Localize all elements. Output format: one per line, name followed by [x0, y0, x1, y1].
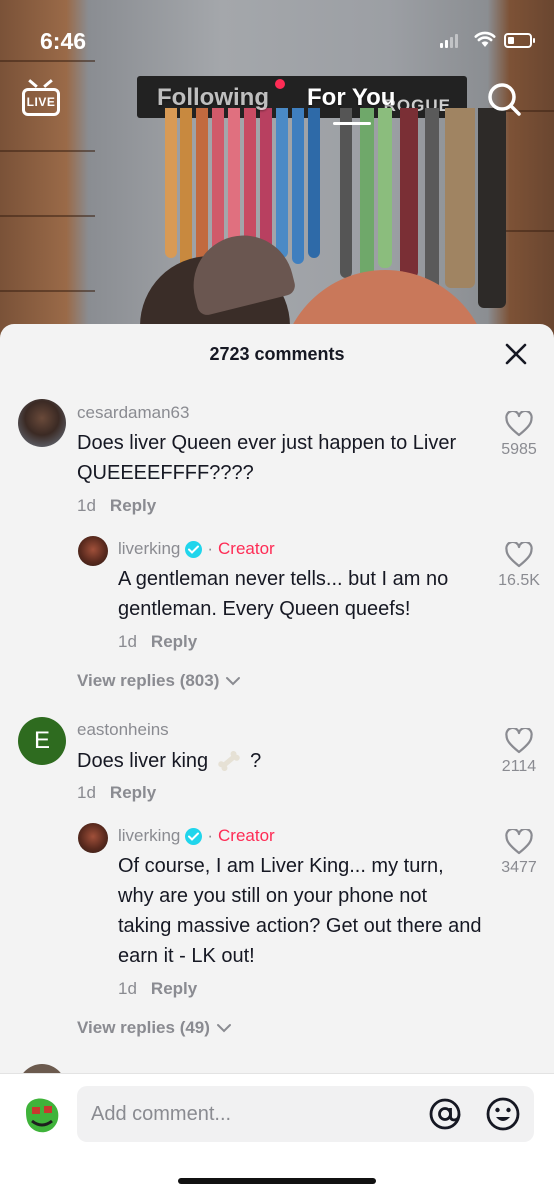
- like-button[interactable]: 16.5K: [489, 542, 549, 590]
- my-avatar[interactable]: [18, 1091, 66, 1139]
- active-tab-indicator: [333, 122, 371, 125]
- reply-button[interactable]: Reply: [110, 783, 156, 802]
- emoji-icon[interactable]: [485, 1096, 521, 1132]
- comment-age: 1d: [77, 496, 96, 515]
- comments-sheet: 2723 comments cesardaman63 Does liver Qu…: [0, 324, 554, 1200]
- reply-button[interactable]: Reply: [151, 632, 197, 651]
- wood-plank-line: [0, 150, 95, 152]
- comment-meta: 1d Reply: [77, 783, 156, 803]
- reply-age: 1d: [118, 979, 137, 998]
- comment-username[interactable]: eastonheins: [77, 720, 169, 740]
- comment-text-part: Does liver king: [77, 750, 209, 772]
- avatar-letter: E: [33, 727, 50, 754]
- reply-button[interactable]: Reply: [151, 979, 197, 998]
- status-time: 6:46: [40, 28, 87, 54]
- like-button[interactable]: 2114: [489, 728, 549, 776]
- close-icon[interactable]: [503, 341, 529, 367]
- like-count: 3477: [501, 859, 537, 876]
- like-button[interactable]: 5985: [489, 411, 549, 459]
- cellular-signal-icon: [440, 34, 458, 48]
- like-count: 2114: [501, 758, 537, 775]
- reply-text: A gentleman never tells... but I am no g…: [118, 568, 449, 620]
- comment-age: 1d: [77, 783, 96, 802]
- reply-username-row: liverking · Creator: [118, 539, 275, 559]
- like-count: 16.5K: [498, 572, 540, 589]
- comment-text: Does liver king ?: [77, 746, 477, 776]
- view-replies-button[interactable]: View replies (803): [77, 671, 241, 691]
- verified-icon: [185, 540, 203, 558]
- tab-following[interactable]: Following: [157, 84, 269, 112]
- separator-dot: ·: [207, 539, 214, 558]
- avatar[interactable]: E: [18, 717, 66, 765]
- comment-input[interactable]: [77, 1086, 417, 1142]
- reply-meta: 1d Reply: [118, 632, 197, 652]
- view-replies-button[interactable]: View replies (49): [77, 1018, 232, 1038]
- creator-badge: Creator: [218, 826, 275, 845]
- resistance-band: [260, 108, 272, 254]
- comment-meta: 1d Reply: [77, 496, 156, 516]
- comment-count: 2723 comments: [209, 344, 345, 364]
- wood-plank-line: [0, 215, 95, 217]
- chevron-down-icon: [226, 677, 241, 686]
- creator-badge: Creator: [218, 539, 275, 558]
- notification-dot: [275, 79, 285, 89]
- reply-meta: 1d Reply: [118, 979, 197, 999]
- chevron-down-icon: [216, 1024, 231, 1033]
- avatar[interactable]: [78, 823, 108, 853]
- view-replies-label: View replies (803): [77, 671, 220, 690]
- at-icon[interactable]: [427, 1096, 463, 1132]
- separator-dot: ·: [207, 826, 214, 845]
- reply-username[interactable]: liverking: [118, 826, 180, 846]
- reply-username[interactable]: liverking: [118, 539, 180, 559]
- strap: [478, 108, 506, 308]
- heart-icon: [505, 542, 533, 568]
- reply-username-row: liverking · Creator: [118, 826, 275, 846]
- reply-age: 1d: [118, 632, 137, 651]
- comment-text-part: ?: [250, 750, 262, 772]
- avatar[interactable]: [18, 399, 66, 447]
- like-count: 5985: [501, 441, 537, 458]
- home-indicator: [178, 1178, 376, 1184]
- feed-tabs: Following For You: [0, 84, 554, 124]
- heart-icon: [505, 728, 533, 754]
- comment-username[interactable]: cesardaman63: [77, 403, 189, 423]
- wood-plank-line: [0, 290, 95, 292]
- like-button[interactable]: 3477: [489, 829, 549, 877]
- avatar-illustration: [18, 1091, 66, 1139]
- status-bar: 6:46: [0, 0, 554, 80]
- heart-icon: [505, 829, 533, 855]
- heart-icon: [505, 411, 533, 437]
- view-replies-label: View replies (49): [77, 1018, 210, 1037]
- search-icon[interactable]: [486, 81, 522, 117]
- verified-icon: [185, 827, 203, 845]
- avatar[interactable]: [78, 536, 108, 566]
- reply-button[interactable]: Reply: [110, 496, 156, 515]
- comment-text: Does liver Queen ever just happen to Liv…: [77, 432, 457, 484]
- tab-for-you[interactable]: For You: [307, 84, 395, 112]
- bone-emoji: [218, 750, 240, 772]
- comment-input-container: [77, 1086, 534, 1142]
- comments-header: 2723 comments: [0, 324, 554, 384]
- battery-icon: [504, 33, 535, 48]
- wifi-icon: [474, 31, 496, 47]
- reply-text: Of course, I am Liver King... my turn, w…: [118, 855, 482, 967]
